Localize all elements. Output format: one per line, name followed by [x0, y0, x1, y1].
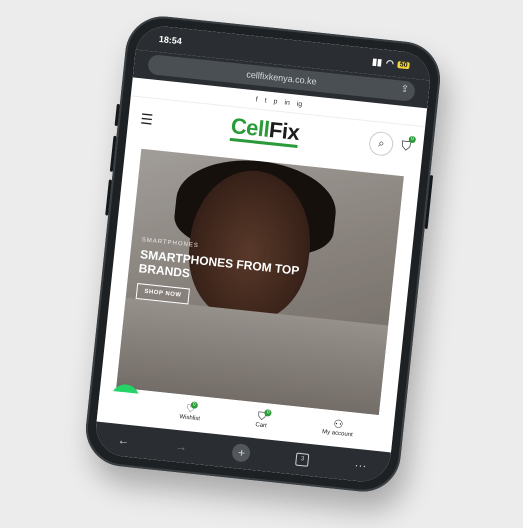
nav-item-wishlist[interactable]: ♡ 0 Wishlist [179, 401, 201, 423]
cart-count-badge: 0 [264, 409, 273, 417]
user-icon: ⚇ [332, 418, 344, 432]
more-options-icon[interactable]: ··· [354, 458, 367, 473]
share-icon[interactable]: ⇪ [400, 84, 409, 96]
new-tab-icon[interactable]: + [231, 442, 252, 463]
url-text: cellfixkenya.co.ke [245, 69, 318, 87]
nav-item-account[interactable]: ⚇ My account [322, 417, 354, 438]
linkedin-icon[interactable]: in [284, 99, 290, 107]
phone-device: 18:54 ▮▮ ◠ 50 cellfixkenya.co.ke ⇪ f t p… [82, 12, 444, 496]
search-icon[interactable]: ⌕ [368, 130, 395, 157]
status-icons: ▮▮ ◠ 50 [372, 56, 411, 71]
signal-icon: ▮▮ [371, 55, 383, 67]
facebook-icon[interactable]: f [255, 96, 258, 103]
forward-arrow-icon[interactable]: → [174, 439, 187, 454]
logo-part-cell: Cell [229, 113, 271, 142]
battery-icon: 50 [397, 60, 410, 69]
logo-part-fix: Fix [267, 117, 301, 146]
bag-count-badge: 0 [408, 135, 417, 144]
wishlist-count-badge: 0 [190, 401, 199, 409]
back-arrow-icon[interactable]: ← [117, 433, 130, 448]
header-actions: ⌕ ⛉ 0 [368, 130, 417, 159]
nav-item-cart[interactable]: ⛉ 0 Cart [255, 409, 273, 430]
nav-label-cart: Cart [255, 422, 267, 430]
shopping-bag-icon[interactable]: ⛉ 0 [400, 135, 417, 155]
twitter-icon[interactable]: t [264, 97, 267, 104]
hero-banner[interactable]: SMARTPHONES SMARTPHONES FROM TOP BRANDS … [116, 148, 404, 415]
tab-switcher-icon[interactable]: 3 [295, 452, 310, 467]
nav-label-account: My account [321, 429, 353, 439]
status-time: 18:54 [158, 33, 183, 47]
menu-icon[interactable]: ☰ [140, 110, 162, 129]
pinterest-icon[interactable]: p [273, 98, 278, 105]
cellfix-logo[interactable]: CellFix [229, 113, 301, 149]
phone-screen: 18:54 ▮▮ ◠ 50 cellfixkenya.co.ke ⇪ f t p… [93, 23, 433, 485]
nav-label-wishlist: Wishlist [179, 414, 201, 423]
wifi-icon: ◠ [385, 57, 395, 69]
instagram-icon[interactable]: ig [296, 100, 302, 108]
stage: 18:54 ▮▮ ◠ 50 cellfixkenya.co.ke ⇪ f t p… [0, 0, 523, 528]
